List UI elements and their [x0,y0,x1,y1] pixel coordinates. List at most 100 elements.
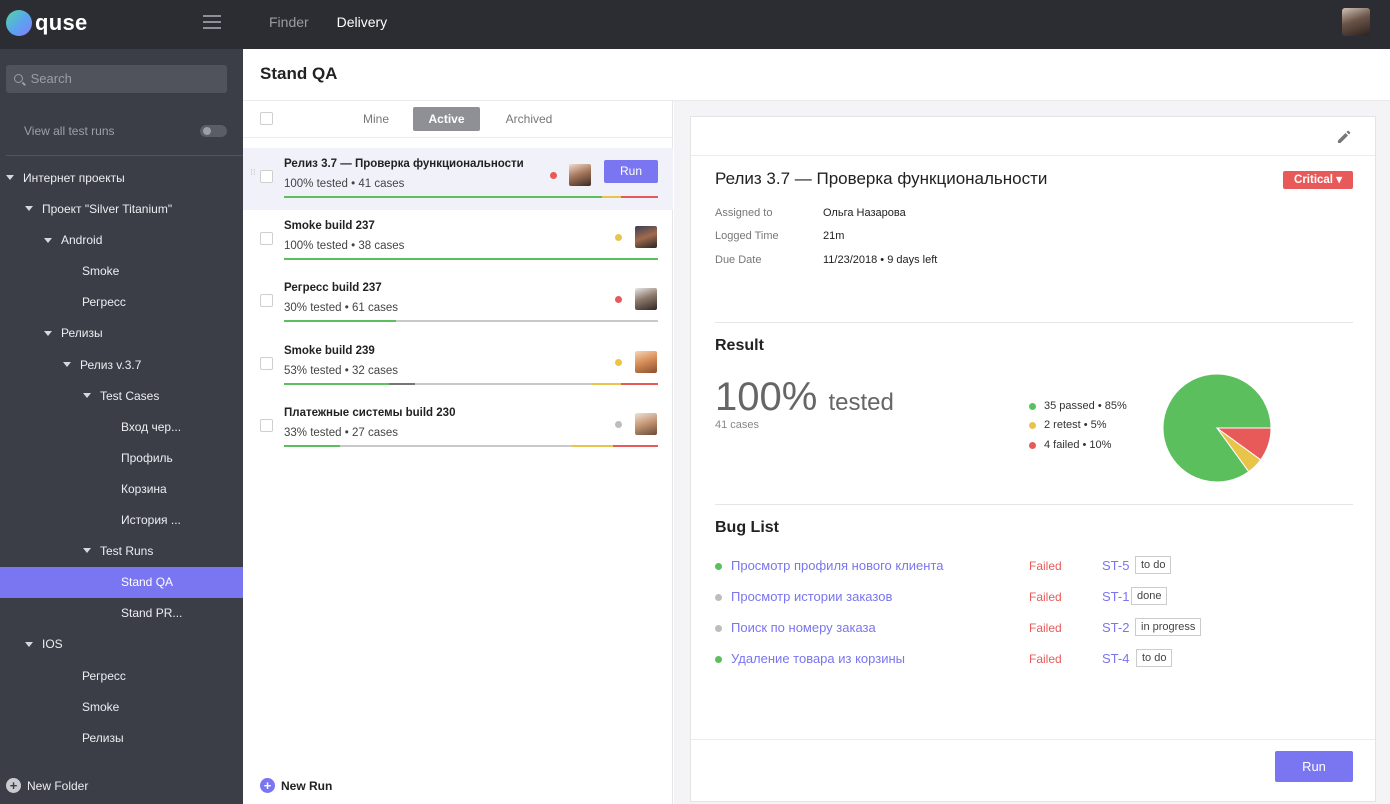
sidebar-divider [6,155,243,156]
nav-finder[interactable]: Finder [269,14,309,30]
priority-dropdown[interactable]: Critical ▾ [1283,171,1353,189]
run-progress-bar [284,258,658,260]
run-tabs: Mine Active Archived [243,101,673,138]
caret-down-icon[interactable] [63,361,71,367]
search-input[interactable]: Search [6,65,227,93]
sidebar-tree-item[interactable]: Интернет проекты [0,163,243,194]
run-row[interactable]: Платежные системы build 230 33% tested •… [243,397,673,459]
sidebar-tree-item[interactable]: Релизы [0,723,243,754]
status-dot [615,359,622,366]
run-checkbox[interactable] [260,170,273,183]
divider [715,504,1353,505]
tab-archived[interactable]: Archived [495,107,563,131]
run-name: Smoke build 237 [284,220,375,232]
run-checkbox[interactable] [260,419,273,432]
bug-id-link[interactable]: ST-1 [1102,589,1129,604]
sidebar-tree-label: Регресс [82,295,126,310]
run-button[interactable]: Run [1275,751,1353,782]
sidebar-tree-label: Релизы [61,326,103,341]
new-folder-button[interactable]: + New Folder [6,778,88,793]
sidebar-tree-item[interactable]: Android [0,225,243,256]
caret-down-icon[interactable] [44,330,52,336]
run-subtitle: 100% tested • 41 cases [284,178,405,190]
bug-link[interactable]: Поиск по номеру заказа [731,620,876,635]
bug-id-link[interactable]: ST-4 [1102,651,1129,666]
bug-link[interactable]: Просмотр профиля нового клиента [731,558,944,573]
top-bar: quse Finder Delivery [0,0,1390,49]
detail-card: Релиз 3.7 — Проверка функциональности Cr… [690,116,1376,802]
detail-title: Релиз 3.7 — Проверка функциональности [715,169,1048,188]
tab-mine[interactable]: Mine [347,107,405,131]
sidebar-tree-label: Test Cases [100,388,160,403]
caret-down-icon[interactable] [25,641,33,647]
sidebar-tree-label: Проект "Silver Titanium" [42,202,173,217]
sidebar-tree-item[interactable]: История ... [0,505,243,536]
run-checkbox[interactable] [260,294,273,307]
edit-icon[interactable] [1336,129,1352,145]
run-checkbox[interactable] [260,357,273,370]
run-checkbox[interactable] [260,232,273,245]
sidebar-tree-item[interactable]: Stand QA [0,567,243,599]
sidebar-tree-item[interactable]: Релизы [0,318,243,349]
new-run-label: New Run [281,778,333,793]
sidebar-tree-item[interactable]: Проект "Silver Titanium" [0,194,243,225]
caret-down-icon[interactable] [6,175,14,181]
progress-segment [284,320,397,322]
sidebar-tree-item[interactable]: IOS [0,629,243,660]
select-all-checkbox[interactable] [260,112,273,125]
sidebar-tree-label: Релиз v.3.7 [80,357,142,372]
nav-delivery[interactable]: Delivery [337,14,388,30]
run-name: Релиз 3.7 — Проверка функциональности [284,158,524,170]
legend-label: 35 passed • 85% [1044,400,1127,412]
bug-status: Failed [1029,621,1062,635]
sidebar-tree-label: IOS [42,637,63,652]
sidebar-tree-item[interactable]: Smoke [0,692,243,723]
app-name: quse [35,10,88,35]
bug-link[interactable]: Просмотр истории заказов [731,589,892,604]
bug-id-link[interactable]: ST-5 [1102,558,1129,573]
sidebar-tree-item[interactable]: Stand PR... [0,598,243,629]
sidebar-tree-item[interactable]: Вход чер... [0,412,243,443]
view-all-toggle[interactable] [200,125,227,137]
user-avatar[interactable] [1342,8,1370,36]
tested-percent: 100% tested [715,375,894,420]
sidebar-tree-item[interactable]: Корзина [0,474,243,505]
caret-down-icon[interactable] [44,237,52,243]
legend-label: 4 failed • 10% [1044,439,1112,451]
plus-icon: + [260,778,275,793]
app-logo[interactable]: quse [6,10,88,36]
menu-icon[interactable] [203,15,221,29]
run-row[interactable]: Smoke build 237 100% tested • 38 cases [243,210,673,272]
progress-segment [590,383,621,385]
run-button[interactable]: Run [604,160,658,183]
progress-segment [284,383,389,385]
sidebar-tree-item[interactable]: Регресс [0,661,243,692]
run-name: Smoke build 239 [284,345,375,357]
run-row[interactable]: Smoke build 239 53% tested • 32 cases [243,335,673,397]
sidebar-tree-item[interactable]: Test Cases [0,381,243,412]
sidebar-tree-item[interactable]: Регресс [0,287,243,318]
run-row[interactable]: Регресс build 237 30% tested • 61 cases [243,272,673,334]
caret-down-icon[interactable] [25,206,33,212]
meta-value: 11/23/2018 • 9 days left [823,254,938,266]
legend-dot [1029,441,1036,449]
caret-down-icon[interactable] [83,548,91,554]
bug-list-heading: Bug List [715,519,779,536]
tab-active[interactable]: Active [413,107,480,131]
sidebar-tree-item[interactable]: Smoke [0,256,243,287]
logo-icon [6,10,32,36]
legend-dot [1029,402,1036,410]
bug-id-link[interactable]: ST-2 [1102,620,1129,635]
new-run-button[interactable]: + New Run [260,778,332,793]
progress-segment [340,445,572,447]
progress-segment [284,445,341,447]
run-row[interactable]: ⁝⁝ Релиз 3.7 — Проверка функциональности… [243,148,673,210]
caret-down-icon[interactable] [83,392,91,398]
run-progress-bar [284,320,658,322]
sidebar-tree-item[interactable]: Профиль [0,443,243,474]
search-icon [14,74,23,83]
bug-link[interactable]: Удаление товара из корзины [731,651,905,666]
sidebar-tree-item[interactable]: Test Runs [0,536,243,567]
sidebar-tree-item[interactable]: Релиз v.3.7 [0,350,243,381]
drag-handle-icon[interactable]: ⁝⁝ [250,168,256,180]
